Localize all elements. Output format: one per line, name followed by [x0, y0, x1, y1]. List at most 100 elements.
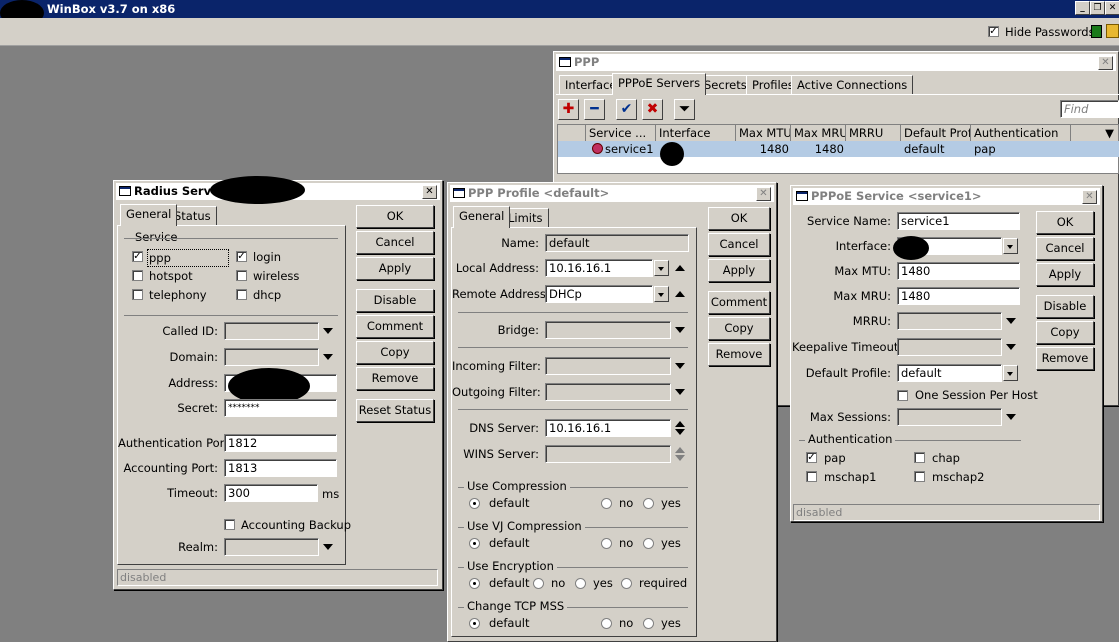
ok-button[interactable]: OK [708, 207, 770, 230]
name-field[interactable]: default [545, 234, 689, 252]
tcp-mss-default-radio[interactable] [469, 618, 480, 629]
use-compression-no-radio[interactable] [601, 498, 612, 509]
chevron-down-icon[interactable] [323, 544, 333, 550]
remove-button[interactable]: Remove [1036, 347, 1094, 370]
tab-active-connections[interactable]: Active Connections [791, 75, 914, 95]
tab-general[interactable]: General [120, 204, 178, 226]
ok-button[interactable]: OK [1036, 211, 1094, 234]
close-icon[interactable]: ✕ [1082, 190, 1097, 204]
chevron-up-icon[interactable] [675, 421, 685, 427]
close-icon[interactable]: ✕ [422, 185, 437, 199]
enable-button[interactable]: ✔ [616, 99, 637, 120]
use-vj-no-radio[interactable] [601, 538, 612, 549]
use-vj-yes-radio[interactable] [643, 538, 654, 549]
comment-button[interactable]: Comment [356, 315, 434, 338]
keepalive-timeout-field[interactable] [897, 338, 1002, 356]
acct-port-field[interactable]: 1813 [224, 459, 337, 477]
copy-button[interactable]: Copy [1036, 321, 1094, 344]
tab-pppoe-servers[interactable]: PPPoE Servers [612, 73, 707, 95]
chevron-down-icon[interactable] [675, 389, 685, 395]
close-icon[interactable]: ✕ [756, 187, 771, 201]
disable-button[interactable]: Disable [356, 289, 434, 312]
outgoing-filter-field[interactable] [545, 383, 671, 401]
remove-button[interactable]: Remove [356, 367, 434, 390]
chevron-down-icon[interactable] [1006, 344, 1016, 350]
tab-general[interactable]: General [453, 206, 511, 228]
ok-button[interactable]: OK [356, 205, 434, 228]
chap-checkbox[interactable] [914, 452, 925, 463]
chevron-down-icon[interactable] [1006, 414, 1016, 420]
local-address-field[interactable]: 10.16.16.1 [545, 259, 653, 277]
chevron-down-icon[interactable] [1006, 318, 1016, 324]
disable-button[interactable]: ✖ [642, 99, 663, 120]
chevron-up-icon[interactable] [675, 447, 685, 453]
copy-button[interactable]: Copy [356, 341, 434, 364]
chevron-down-icon[interactable] [675, 363, 685, 369]
column-header-interface[interactable]: Interface [656, 125, 736, 141]
mschap1-checkbox[interactable] [806, 471, 817, 482]
max-mtu-field[interactable]: 1480 [897, 262, 1020, 280]
remove-button[interactable]: Remove [708, 343, 770, 366]
chevron-down-icon[interactable] [675, 455, 685, 461]
secret-field[interactable]: ******* [224, 399, 337, 417]
column-header-max-mtu[interactable]: Max MTU [736, 125, 791, 141]
hotspot-checkbox[interactable] [132, 270, 143, 281]
ppp-checkbox[interactable]: ✓ [132, 251, 143, 262]
restore-button[interactable]: ❐ [1090, 1, 1105, 15]
column-header-max-mru[interactable]: Max MRU [791, 125, 846, 141]
apply-button[interactable]: Apply [708, 259, 770, 282]
column-header-default-profile[interactable]: Default Profile [901, 125, 971, 141]
use-encryption-default-radio[interactable] [469, 578, 480, 589]
pap-checkbox[interactable]: ✓ [806, 452, 817, 463]
column-header-mrru[interactable]: MRRU [846, 125, 901, 141]
login-checkbox[interactable]: ✓ [236, 251, 247, 262]
wins-server-field[interactable] [545, 445, 671, 463]
tab-secrets[interactable]: Secrets [698, 75, 753, 95]
chevron-up-icon[interactable] [675, 265, 685, 271]
bridge-field[interactable] [545, 321, 671, 339]
default-profile-dropdown[interactable] [1003, 365, 1018, 381]
use-encryption-required-radio[interactable] [621, 578, 632, 589]
use-compression-default-radio[interactable] [469, 498, 480, 509]
cancel-button[interactable]: Cancel [356, 231, 434, 254]
chevron-down-icon[interactable] [675, 327, 685, 333]
disable-button[interactable]: Disable [1036, 295, 1094, 318]
max-mru-field[interactable]: 1480 [897, 287, 1020, 305]
minimize-button[interactable]: _ [1075, 1, 1090, 15]
dns-server-field[interactable]: 10.16.16.1 [545, 419, 671, 437]
realm-field[interactable] [224, 538, 319, 556]
one-session-per-host-checkbox[interactable] [897, 390, 908, 401]
cancel-button[interactable]: Cancel [708, 233, 770, 256]
filter-icon[interactable]: ⏷ [674, 99, 695, 120]
apply-button[interactable]: Apply [1036, 263, 1094, 286]
reset-status-button[interactable]: Reset Status [356, 399, 434, 422]
dhcp-checkbox[interactable] [236, 289, 247, 300]
called-id-field[interactable] [224, 322, 319, 340]
use-encryption-no-radio[interactable] [533, 578, 544, 589]
timeout-field[interactable]: 300 [224, 484, 318, 502]
default-profile-field[interactable]: default [897, 364, 1002, 382]
tcp-mss-no-radio[interactable] [601, 618, 612, 629]
domain-field[interactable] [224, 348, 319, 366]
cancel-button[interactable]: Cancel [1036, 237, 1094, 260]
use-vj-default-radio[interactable] [469, 538, 480, 549]
hide-passwords-checkbox[interactable]: ✓ [988, 26, 999, 37]
remote-address-dropdown[interactable] [654, 286, 669, 302]
mschap2-checkbox[interactable] [914, 471, 925, 482]
incoming-filter-field[interactable] [545, 357, 671, 375]
copy-button[interactable]: Copy [708, 317, 770, 340]
chevron-down-icon[interactable] [675, 429, 685, 435]
chevron-up-icon[interactable] [675, 291, 685, 297]
add-button[interactable]: ✚ [558, 99, 579, 120]
chevron-down-icon[interactable] [323, 328, 333, 334]
accounting-backup-checkbox[interactable] [224, 519, 235, 530]
tcp-mss-yes-radio[interactable] [643, 618, 654, 629]
max-sessions-field[interactable] [897, 408, 1002, 426]
comment-button[interactable]: Comment [708, 291, 770, 314]
interface-dropdown[interactable] [1003, 238, 1018, 254]
local-address-dropdown[interactable] [654, 260, 669, 276]
close-app-button[interactable]: ✕ [1105, 1, 1119, 15]
column-menu-arrow[interactable]: ▼ [1071, 125, 1119, 141]
find-input[interactable]: Find [1060, 100, 1119, 118]
remote-address-field[interactable]: DHCp [545, 285, 653, 303]
